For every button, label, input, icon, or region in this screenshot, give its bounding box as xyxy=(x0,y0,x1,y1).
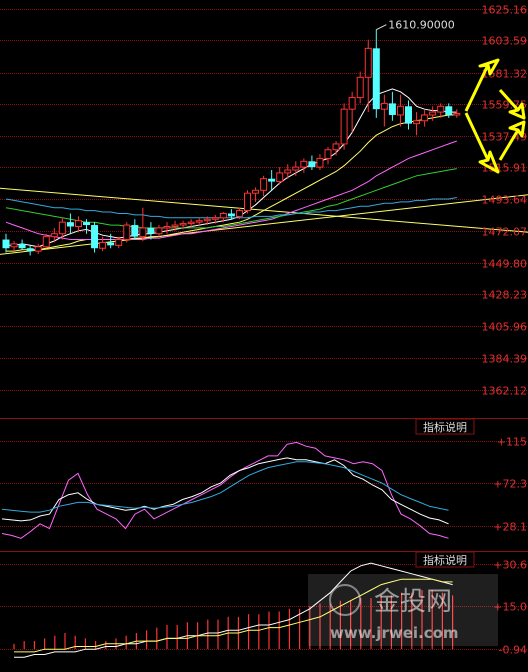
high-annotation-label: 1610.90000 xyxy=(388,19,454,32)
price-tick-label: 1428.23 xyxy=(482,289,528,302)
candle-body xyxy=(2,239,10,249)
candle-body xyxy=(34,246,42,252)
price-tick-label: 1362.12 xyxy=(482,385,528,398)
candle-body xyxy=(203,218,211,222)
candle-body xyxy=(388,103,396,115)
macd-tick-label: +30.6 xyxy=(493,559,527,572)
candle-body xyxy=(50,233,58,238)
candle-body xyxy=(405,106,412,124)
macd-indicator-button-label: 指标说明 xyxy=(423,553,467,567)
watermark: 金投网 www.jrwei.com xyxy=(308,574,498,646)
candle-body xyxy=(364,47,372,78)
oscillator-tick-label: +72.3 xyxy=(493,478,527,491)
candle-body xyxy=(42,236,50,248)
oscillator-indicator-button-label: 指标说明 xyxy=(423,420,467,434)
chart-background xyxy=(0,0,528,672)
candle-body xyxy=(187,221,195,225)
candle-body xyxy=(340,108,348,145)
candle-body xyxy=(260,178,268,191)
candle-body xyxy=(252,189,260,194)
candle-body xyxy=(58,221,66,235)
candle-body xyxy=(316,157,324,168)
candle-body xyxy=(308,161,316,168)
candle-body xyxy=(396,105,404,116)
candle-body xyxy=(284,169,292,174)
price-tick-label: 1472.07 xyxy=(482,226,528,239)
price-tick-label: 1625.16 xyxy=(482,4,528,17)
oscillator-indicator-button[interactable]: 指标说明 xyxy=(415,418,475,435)
oscillator-tick-label: +115 xyxy=(497,436,527,449)
macd-tick-label: +15.0 xyxy=(493,601,527,614)
price-tick-label: 1405.96 xyxy=(482,321,528,334)
candle-body xyxy=(107,242,115,246)
candle-body xyxy=(219,212,227,219)
candle-body xyxy=(227,213,235,217)
candle-body xyxy=(429,111,437,116)
candle-body xyxy=(300,160,308,168)
candle-body xyxy=(26,248,34,252)
candle-body xyxy=(356,76,364,99)
macd-tick-label: -0.94 xyxy=(499,644,527,657)
watermark-brand: 金投网 xyxy=(374,587,452,617)
watermark-url: www.jrwei.com xyxy=(330,624,459,642)
candle-body xyxy=(348,97,356,110)
candle-body xyxy=(139,227,147,238)
candle-body xyxy=(10,243,18,248)
candle-body xyxy=(74,220,82,227)
candle-body xyxy=(244,192,251,212)
candle-body xyxy=(123,224,131,241)
price-tick-label: 1603.59 xyxy=(482,35,528,48)
candle-body xyxy=(147,227,155,234)
chart-canvas: 1625.161603.591581.321559.751537.491515.… xyxy=(0,0,528,672)
candle-body xyxy=(453,113,461,116)
candle-body xyxy=(179,223,187,226)
candle-body xyxy=(268,178,276,182)
candle-body xyxy=(66,222,74,227)
candle-body xyxy=(99,241,107,249)
oscillator-tick-label: +28.1 xyxy=(493,521,527,534)
candle-body xyxy=(163,225,171,229)
candle-body xyxy=(155,227,163,235)
candle-body xyxy=(380,102,388,110)
candle-body xyxy=(171,224,179,227)
candle-body xyxy=(131,225,139,237)
price-tick-label: 1449.80 xyxy=(482,258,528,271)
candle-body xyxy=(211,217,219,220)
candle-body xyxy=(437,105,445,113)
candle-body xyxy=(413,120,421,125)
price-tick-label: 1493.64 xyxy=(482,194,528,207)
candle-body xyxy=(292,166,300,171)
candle-body xyxy=(276,172,284,183)
price-tick-label: 1384.39 xyxy=(482,353,528,366)
candle-body xyxy=(235,210,243,217)
candle-body xyxy=(332,143,340,151)
candle-body xyxy=(421,114,429,122)
candle-body xyxy=(445,106,453,115)
candle-body xyxy=(195,220,203,223)
candle-body xyxy=(372,48,380,110)
candle-body xyxy=(18,243,26,249)
candle-body xyxy=(324,149,332,159)
candle-body xyxy=(91,225,99,249)
macd-indicator-button[interactable]: 指标说明 xyxy=(415,551,475,568)
candle-body xyxy=(83,222,90,226)
high-annotation: 1610.90000 xyxy=(376,19,455,32)
candle-body xyxy=(115,239,123,246)
